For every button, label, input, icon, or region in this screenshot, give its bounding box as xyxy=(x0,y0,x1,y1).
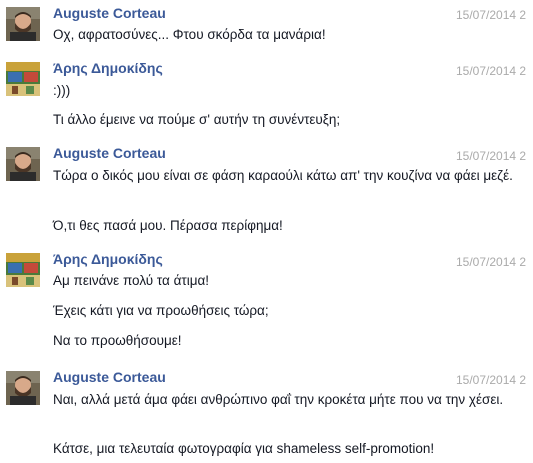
avatar[interactable] xyxy=(6,62,40,96)
profile-photo-man-beard-icon xyxy=(6,371,40,405)
avatar[interactable] xyxy=(6,7,40,41)
timestamp: 15/07/2014 2 xyxy=(456,373,527,387)
author-name[interactable]: Auguste Corteau xyxy=(53,5,166,21)
message-thread: Auguste Corteau 15/07/2014 2 Οχ, αφρατοσ… xyxy=(0,0,533,463)
message-text: Τι άλλο έμεινε να πούμε σ' αυτήν τη συνέ… xyxy=(53,112,341,127)
avatar[interactable] xyxy=(6,253,40,287)
message-text: :))) xyxy=(53,83,71,98)
author-name[interactable]: Auguste Corteau xyxy=(53,369,166,385)
timestamp: 15/07/2014 2 xyxy=(456,149,527,163)
message-text: Ό,τι θες πασά μου. Πέρασα περίφημα! xyxy=(53,218,283,233)
avatar[interactable] xyxy=(6,371,40,405)
message-text: Αμ πεινάνε πολύ τα άτιμα! xyxy=(53,273,210,288)
message-text: Ναι, αλλά μετά άμα φάει ανθρώπινο φαΐ τη… xyxy=(53,392,504,407)
profile-photo-man-beard-icon xyxy=(6,7,40,41)
timestamp: 15/07/2014 2 xyxy=(456,64,527,78)
author-name[interactable]: Auguste Corteau xyxy=(53,145,166,161)
message-text: Να το προωθήσουμε! xyxy=(53,333,182,348)
message-text: Οχ, αφρατοσύνες... Φτου σκόρδα τα μανάρι… xyxy=(53,27,326,42)
message-text: Κάτσε, μια τελευταία φωτογραφία για sham… xyxy=(53,441,435,456)
timestamp: 15/07/2014 2 xyxy=(456,8,527,22)
profile-photo-colorful-poster-icon xyxy=(6,62,40,96)
timestamp: 15/07/2014 2 xyxy=(456,255,527,269)
author-name[interactable]: Άρης Δημοκίδης xyxy=(53,251,163,267)
profile-photo-man-beard-icon xyxy=(6,147,40,181)
message-text: Τώρα ο δικός μου είναι σε φάση καραούλι … xyxy=(53,168,513,183)
message-text: Έχεις κάτι για να προωθήσεις τώρα; xyxy=(53,303,269,318)
author-name[interactable]: Άρης Δημοκίδης xyxy=(53,60,163,76)
avatar[interactable] xyxy=(6,147,40,181)
profile-photo-colorful-poster-icon xyxy=(6,253,40,287)
